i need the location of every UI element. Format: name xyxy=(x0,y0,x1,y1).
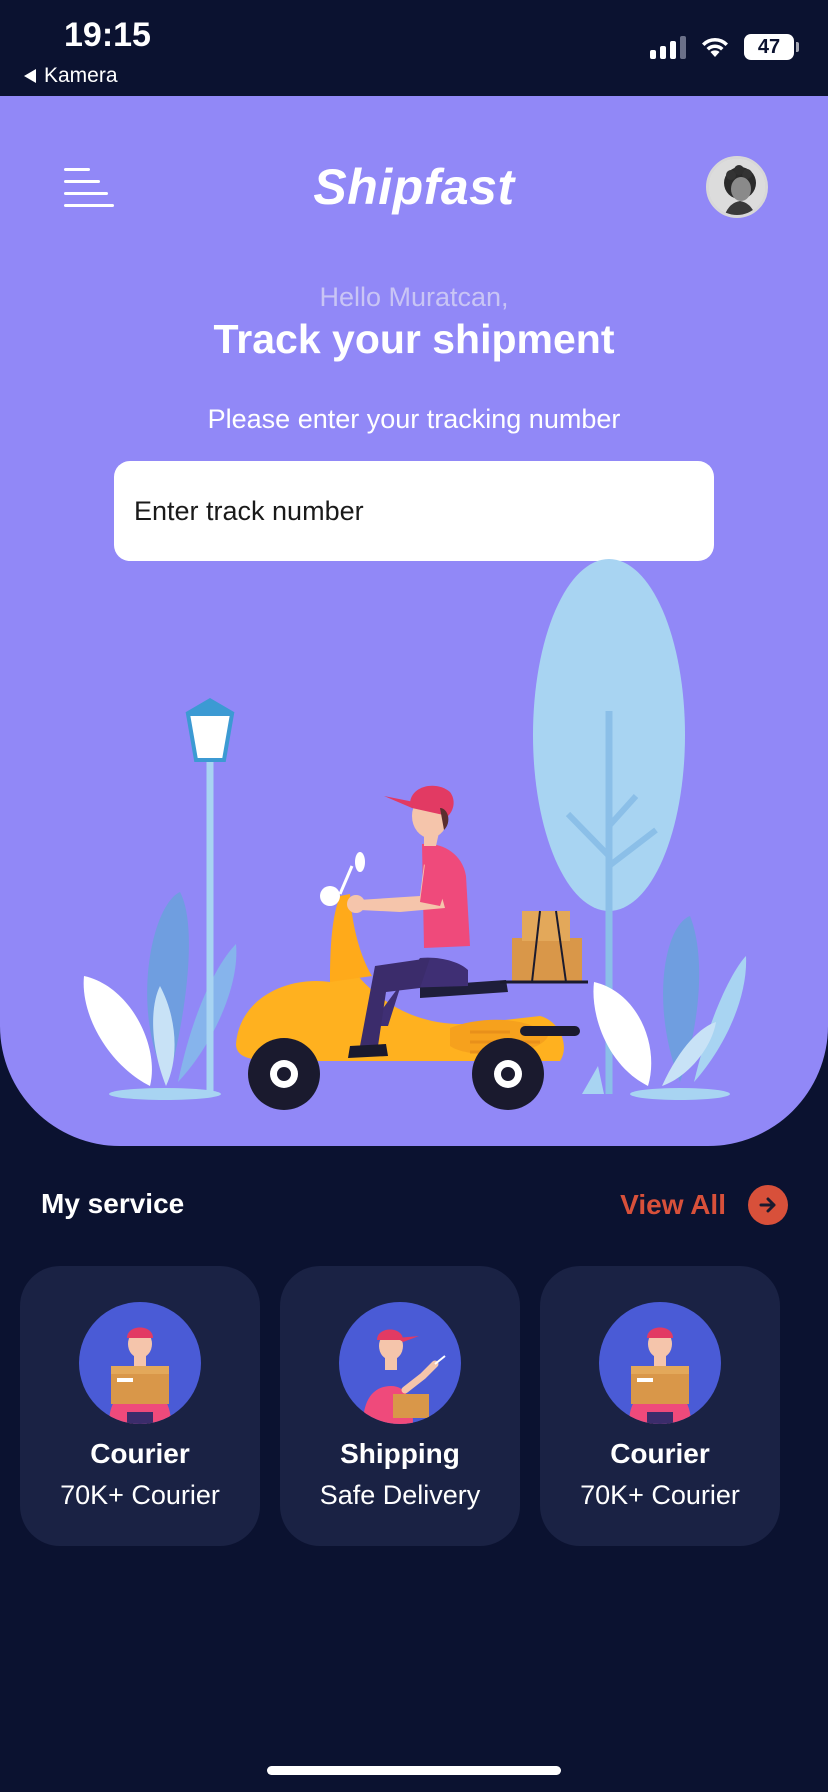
card-title: Courier xyxy=(610,1438,710,1469)
status-indicators: 47 xyxy=(650,34,799,60)
hero-section: Shipfast Hello Muratcan, Track your ship… xyxy=(0,96,828,1146)
service-card-shipping[interactable]: Shipping Safe Delivery xyxy=(280,1266,520,1546)
service-card-courier[interactable]: Courier 70K+ Courier xyxy=(20,1266,260,1546)
back-arrow-icon xyxy=(24,69,36,83)
card-subtitle: 70K+ Courier xyxy=(60,1480,220,1510)
card-title: Shipping xyxy=(340,1438,460,1469)
back-to-app-link[interactable]: Kamera xyxy=(24,64,118,88)
status-bar: 19:15 Kamera 47 xyxy=(0,0,828,96)
home-indicator[interactable] xyxy=(267,1766,561,1775)
headline: Track your shipment xyxy=(213,316,615,362)
wifi-icon xyxy=(702,37,728,57)
card-subtitle: Safe Delivery xyxy=(319,1480,481,1510)
status-time: 19:15 xyxy=(64,16,151,54)
greeting-text: Hello Muratcan, xyxy=(319,282,509,312)
view-all-label: View All xyxy=(620,1189,726,1220)
courier-with-box-icon xyxy=(599,1302,721,1424)
card-title: Courier xyxy=(90,1438,190,1469)
app-title: Shipfast xyxy=(313,159,515,215)
battery-icon: 47 xyxy=(744,34,799,60)
service-cards: Courier 70K+ Courier Shipping Safe Deliv… xyxy=(20,1266,780,1546)
cellular-signal-icon xyxy=(650,35,686,59)
tracking-prompt: Please enter your tracking number xyxy=(207,404,621,434)
courier-with-box-icon xyxy=(79,1302,201,1424)
user-avatar[interactable] xyxy=(706,156,768,218)
courier-on-scooter-illustration xyxy=(83,559,747,1110)
service-card-courier-2[interactable]: Courier 70K+ Courier xyxy=(540,1266,780,1546)
arrow-right-icon xyxy=(748,1185,788,1225)
back-app-label: Kamera xyxy=(44,64,118,87)
courier-pointing-icon xyxy=(339,1302,461,1424)
view-all-button[interactable]: View All xyxy=(620,1185,788,1225)
card-subtitle: 70K+ Courier xyxy=(580,1480,740,1510)
section-title-my-service: My service xyxy=(41,1188,185,1219)
